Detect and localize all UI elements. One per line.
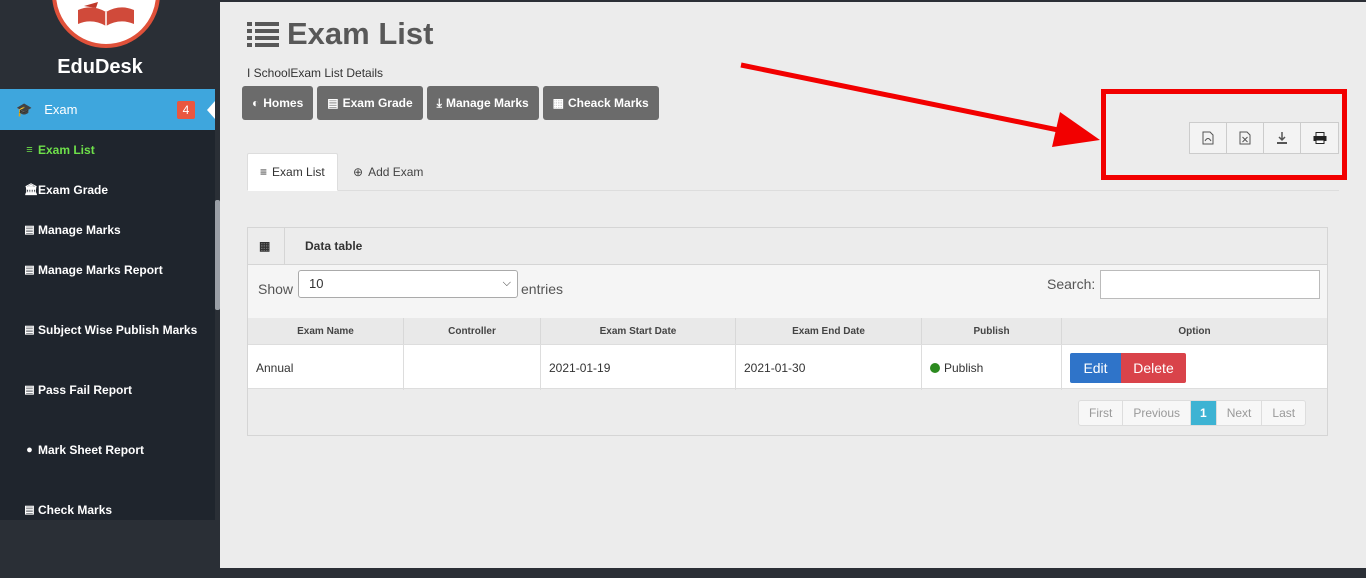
sidebar-item-exam-grade[interactable]: 🏛 Exam Grade: [24, 183, 108, 197]
tab-bar: ≡ Exam List ⊕ Add Exam: [247, 153, 1339, 191]
panel-title: Data table: [305, 239, 363, 253]
sidebar-section-label: Exam: [44, 102, 78, 117]
status-dot-icon: [930, 362, 940, 373]
sidebar-item-label: Manage Marks: [38, 223, 121, 237]
document-icon: ▤: [24, 264, 35, 276]
manage-marks-button[interactable]: ⤓ Manage Marks: [426, 86, 539, 120]
sidebar-item-manage-marks[interactable]: ▤ Manage Marks: [24, 223, 121, 237]
column-header-exam-end-date[interactable]: Exam End Date: [736, 318, 922, 344]
panel-header: ▦ Data table: [248, 227, 1327, 265]
sidebar-item-label: Check Marks: [38, 503, 113, 517]
check-marks-button[interactable]: ▦ Cheack Marks: [542, 86, 659, 120]
sidebar-item-exam-list[interactable]: ≡ Exam List: [24, 143, 95, 157]
button-label: Cheack Marks: [568, 96, 649, 110]
circle-icon: ●: [26, 444, 33, 456]
page-previous-button[interactable]: Previous: [1123, 401, 1192, 425]
publish-status: Publish: [944, 360, 984, 375]
tab-label: Exam List: [272, 165, 325, 179]
active-pointer: [207, 101, 215, 119]
cell-option: Edit Delete: [1062, 345, 1327, 390]
bottom-bar: [220, 568, 1366, 578]
download-icon: ⤓: [436, 95, 442, 110]
column-header-exam-start-date[interactable]: Exam Start Date: [541, 318, 736, 344]
sidebar: EduDesk 🎓 Exam 4 ≡ Exam List 🏛 Exam Grad…: [0, 0, 220, 578]
annotation-arrow-icon: [740, 62, 1100, 147]
tab-exam-list[interactable]: ≡ Exam List: [247, 153, 338, 191]
document-icon: ▤: [24, 324, 35, 336]
document-icon: ▤: [24, 504, 35, 516]
cell-publish: Publish: [922, 345, 1062, 390]
logo: [52, 0, 160, 48]
entries-select[interactable]: 10 ⌵: [298, 270, 518, 298]
sidebar-menu: EduDesk 🎓 Exam 4 ≡ Exam List 🏛 Exam Grad…: [0, 0, 215, 520]
breadcrumb: I SchoolExam List Details: [247, 66, 384, 80]
sidebar-item-label: Mark Sheet Report: [38, 443, 145, 457]
entries-select-value: 10: [309, 276, 324, 291]
search-label: Search:: [1047, 276, 1096, 292]
brand-name: EduDesk: [57, 56, 143, 78]
pagination: First Previous 1 Next Last: [1078, 400, 1307, 426]
page-next-button[interactable]: Next: [1217, 401, 1263, 425]
sidebar-section-exam[interactable]: 🎓 Exam 4: [0, 89, 215, 130]
cell-controller: [404, 345, 541, 390]
nav-button-group: ◐ Homes ▤ Exam Grade ⤓ Manage Marks ▦ Ch…: [242, 86, 659, 120]
column-header-publish[interactable]: Publish: [922, 318, 1062, 344]
logo-area: EduDesk: [0, 0, 215, 89]
count-badge: 4: [177, 101, 195, 119]
header-divider: [284, 227, 285, 265]
homes-button[interactable]: ◐ Homes: [242, 86, 314, 120]
sidebar-item-mark-sheet-report[interactable]: ● Mark Sheet Report: [24, 443, 144, 457]
sidebar-item-label: Exam Grade: [38, 183, 109, 197]
page-title: Exam List: [247, 16, 433, 52]
cell-end-date: 2021-01-30: [736, 345, 922, 390]
tab-label: Add Exam: [368, 165, 424, 179]
graduation-cap-icon: 🎓: [16, 101, 33, 117]
sidebar-item-check-marks[interactable]: ▤ Check Marks: [24, 503, 112, 517]
page-current-button[interactable]: 1: [1191, 401, 1217, 425]
list-icon: ≡: [26, 144, 33, 156]
main-content: Exam List I SchoolExam List Details ◐ Ho…: [220, 2, 1366, 568]
button-label: Exam Grade: [342, 96, 413, 110]
page-last-button[interactable]: Last: [1262, 401, 1305, 425]
list-icon: ≡: [260, 165, 268, 179]
edit-button[interactable]: Edit: [1070, 352, 1121, 383]
cell-start-date: 2021-01-19: [541, 345, 736, 390]
table-controls: Show 10 ⌵ entries Search:: [248, 265, 1327, 318]
sidebar-item-label: Exam List: [38, 143, 95, 157]
document-icon: ▤: [24, 384, 35, 396]
delete-button[interactable]: Delete: [1121, 352, 1186, 383]
show-label: Show: [258, 281, 294, 297]
id-card-icon: ▤: [327, 96, 339, 110]
list-icon: [247, 22, 279, 47]
column-header-exam-name[interactable]: Exam Name: [248, 318, 404, 344]
page-title-text: Exam List: [287, 16, 434, 51]
page-first-button[interactable]: First: [1079, 401, 1124, 425]
tab-add-exam[interactable]: ⊕ Add Exam: [341, 153, 435, 191]
book-logo-icon: [78, 2, 134, 26]
table-header-row: Exam Name Controller Exam Start Date Exa…: [248, 318, 1327, 344]
cell-exam-name: Annual: [248, 345, 404, 390]
contact-icon: ▦: [552, 96, 565, 110]
exam-grade-button[interactable]: ▤ Exam Grade: [317, 86, 423, 120]
grid-icon: ▦: [259, 239, 271, 253]
button-label: Homes: [263, 96, 304, 110]
table-row: Annual 2021-01-19 2021-01-30 Publish Edi…: [248, 344, 1327, 390]
sidebar-item-subject-wise-publish-marks[interactable]: ▤ Subject Wise Publish Marks: [24, 323, 197, 337]
sidebar-item-manage-marks-report[interactable]: ▤ Manage Marks Report: [24, 263, 163, 277]
plus-circle-icon: ⊕: [353, 165, 364, 179]
sidebar-item-label: Subject Wise Publish Marks: [38, 323, 198, 337]
dashboard-icon: ◐: [252, 96, 260, 110]
column-header-controller[interactable]: Controller: [404, 318, 541, 344]
sidebar-item-label: Pass Fail Report: [38, 383, 133, 397]
button-label: Manage Marks: [445, 96, 529, 110]
document-icon: ▤: [24, 224, 35, 236]
chevron-down-icon: ⌵: [502, 277, 511, 289]
column-header-option[interactable]: Option: [1062, 318, 1327, 344]
sidebar-item-pass-fail-report[interactable]: ▤ Pass Fail Report: [24, 383, 132, 397]
bank-icon: 🏛: [24, 184, 38, 196]
data-table-panel: ▦ Data table Show 10 ⌵ entries Search: E…: [247, 227, 1328, 436]
sidebar-item-label: Manage Marks Report: [38, 263, 163, 277]
entries-label: entries: [521, 281, 564, 297]
search-input[interactable]: [1100, 270, 1320, 299]
